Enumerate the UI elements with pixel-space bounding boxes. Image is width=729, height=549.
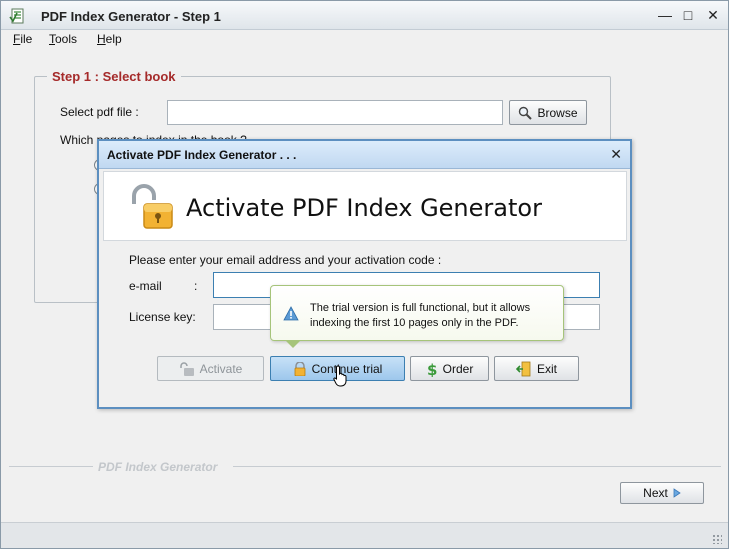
unlock-icon bbox=[179, 361, 194, 376]
dialog-close-button[interactable]: ✕ bbox=[610, 146, 622, 163]
dollar-icon: $ bbox=[427, 361, 437, 377]
magnifier-icon bbox=[519, 106, 533, 120]
step-title: Step 1 : Select book bbox=[47, 69, 181, 84]
browse-label: Browse bbox=[537, 105, 578, 120]
tooltip-message: The trial version is full functional, bu… bbox=[310, 301, 560, 331]
menu-bar: File Tools Help bbox=[1, 30, 728, 50]
hand-cursor-icon bbox=[333, 365, 347, 387]
dialog-heading: Activate PDF Index Generator bbox=[186, 194, 542, 222]
window-title: PDF Index Generator - Step 1 bbox=[41, 9, 221, 24]
tooltip-line-1: The trial version is full functional, bu… bbox=[310, 302, 531, 314]
menu-file[interactable]: File bbox=[13, 32, 32, 46]
padlock-icon bbox=[132, 184, 173, 229]
select-pdf-label: Select pdf file : bbox=[60, 105, 139, 119]
next-arrow-icon bbox=[673, 488, 681, 498]
dialog-title: Activate PDF Index Generator . . . bbox=[107, 148, 297, 162]
dialog-banner: Activate PDF Index Generator bbox=[103, 171, 627, 241]
exit-button[interactable]: Exit bbox=[494, 356, 579, 381]
warning-icon bbox=[283, 306, 299, 321]
app-icon bbox=[9, 8, 24, 24]
next-label: Next bbox=[643, 486, 668, 500]
activation-dialog: Activate PDF Index Generator . . . ✕ Act… bbox=[97, 139, 632, 409]
activate-label: Activate bbox=[199, 361, 243, 376]
resize-grip[interactable] bbox=[712, 534, 722, 544]
footer-brand: PDF Index Generator bbox=[98, 460, 218, 474]
exit-label: Exit bbox=[536, 361, 557, 376]
order-label: Order bbox=[442, 361, 474, 376]
menu-help[interactable]: Help bbox=[97, 32, 122, 46]
menu-tools[interactable]: Tools bbox=[49, 32, 77, 46]
email-label: e-mail bbox=[129, 279, 162, 293]
activate-button[interactable]: Activate bbox=[157, 356, 264, 381]
trial-info-tooltip: The trial version is full functional, bu… bbox=[270, 285, 564, 348]
order-button[interactable]: $ Order bbox=[410, 356, 489, 381]
title-bar: PDF Index Generator - Step 1 — □ ✕ bbox=[1, 1, 728, 30]
lock-icon bbox=[294, 361, 306, 376]
svg-text:$: $ bbox=[427, 361, 437, 377]
pdf-file-input[interactable] bbox=[167, 100, 503, 125]
close-window-button[interactable]: ✕ bbox=[704, 7, 722, 23]
tooltip-pointer bbox=[285, 340, 301, 348]
maximize-button[interactable]: □ bbox=[679, 7, 697, 23]
license-key-label: License key: bbox=[129, 310, 196, 324]
minimize-button[interactable]: — bbox=[656, 7, 674, 23]
footer-divider-left bbox=[9, 466, 93, 467]
email-colon: : bbox=[194, 279, 198, 293]
next-button[interactable]: Next bbox=[620, 482, 704, 504]
footer-divider-right bbox=[233, 466, 721, 467]
exit-door-icon bbox=[515, 361, 531, 376]
browse-button[interactable]: Browse bbox=[509, 100, 587, 125]
tooltip-line-2: indexing the first 10 pages only in the … bbox=[310, 317, 519, 329]
activation-prompt: Please enter your email address and your… bbox=[129, 253, 442, 267]
dialog-title-bar: Activate PDF Index Generator . . . ✕ bbox=[99, 141, 630, 169]
status-bar bbox=[1, 522, 728, 548]
